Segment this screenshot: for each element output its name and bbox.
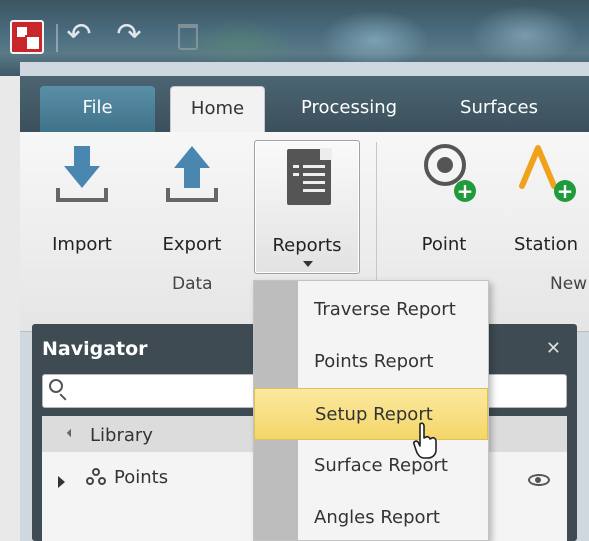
- background-blur: [180, 18, 300, 68]
- chevron-down-icon: [303, 261, 313, 267]
- add-station-button[interactable]: + Station: [508, 140, 589, 270]
- eye-icon[interactable]: [528, 474, 550, 486]
- menu-item-angles-report[interactable]: Angles Report: [298, 492, 488, 541]
- points-icon: [86, 468, 108, 488]
- chevron-down-icon[interactable]: [66, 428, 76, 438]
- reports-dropdown-menu: Traverse Report Points Report Setup Repo…: [253, 280, 489, 541]
- search-icon: [49, 379, 63, 393]
- export-arrow-icon: [184, 166, 200, 188]
- chevron-right-icon[interactable]: [58, 476, 65, 488]
- tab-file[interactable]: File: [40, 86, 155, 132]
- menu-item-traverse-report[interactable]: Traverse Report: [298, 284, 488, 336]
- reports-button[interactable]: Reports: [254, 140, 360, 274]
- delete-icon[interactable]: [178, 24, 198, 50]
- redo-icon[interactable]: ↷: [112, 18, 146, 52]
- app-logo-icon[interactable]: [10, 20, 44, 54]
- export-button[interactable]: Export: [144, 140, 240, 270]
- undo-icon[interactable]: ↶: [62, 18, 96, 52]
- reports-label: Reports: [272, 235, 342, 256]
- tree-item-points[interactable]: Points: [114, 467, 168, 488]
- group-label-data: Data: [172, 274, 213, 294]
- menu-item-points-report[interactable]: Points Report: [298, 336, 488, 388]
- import-button[interactable]: Import: [34, 140, 130, 270]
- import-arrow-icon: [64, 166, 100, 188]
- plus-icon: +: [554, 180, 576, 202]
- background-blur: [470, 5, 580, 65]
- navigator-title: Navigator: [42, 338, 148, 360]
- group-label-new: New: [550, 274, 588, 294]
- import-label: Import: [52, 234, 112, 255]
- tray-icon: [56, 188, 108, 202]
- import-icon: [74, 146, 90, 168]
- export-icon: [174, 146, 210, 168]
- export-label: Export: [162, 234, 222, 255]
- station-label: Station: [514, 234, 578, 255]
- add-point-button[interactable]: + Point: [396, 140, 492, 270]
- report-document-icon: [287, 148, 332, 205]
- background-blur: [320, 10, 430, 70]
- ribbon-tabstrip: File Home Processing Surfaces: [20, 76, 589, 132]
- toolbar-separator: [56, 24, 58, 52]
- menu-item-surface-report[interactable]: Surface Report: [298, 440, 488, 492]
- tray-icon: [166, 188, 218, 202]
- menu-item-setup-report[interactable]: Setup Report: [254, 388, 488, 440]
- close-icon[interactable]: ✕: [546, 338, 561, 359]
- tab-home[interactable]: Home: [170, 86, 265, 132]
- plus-icon: +: [454, 180, 476, 202]
- tab-processing[interactable]: Processing: [284, 86, 414, 132]
- point-label: Point: [421, 234, 467, 255]
- mouse-cursor-icon: [413, 422, 437, 459]
- library-label: Library: [90, 425, 153, 446]
- tab-surfaces[interactable]: Surfaces: [444, 86, 554, 132]
